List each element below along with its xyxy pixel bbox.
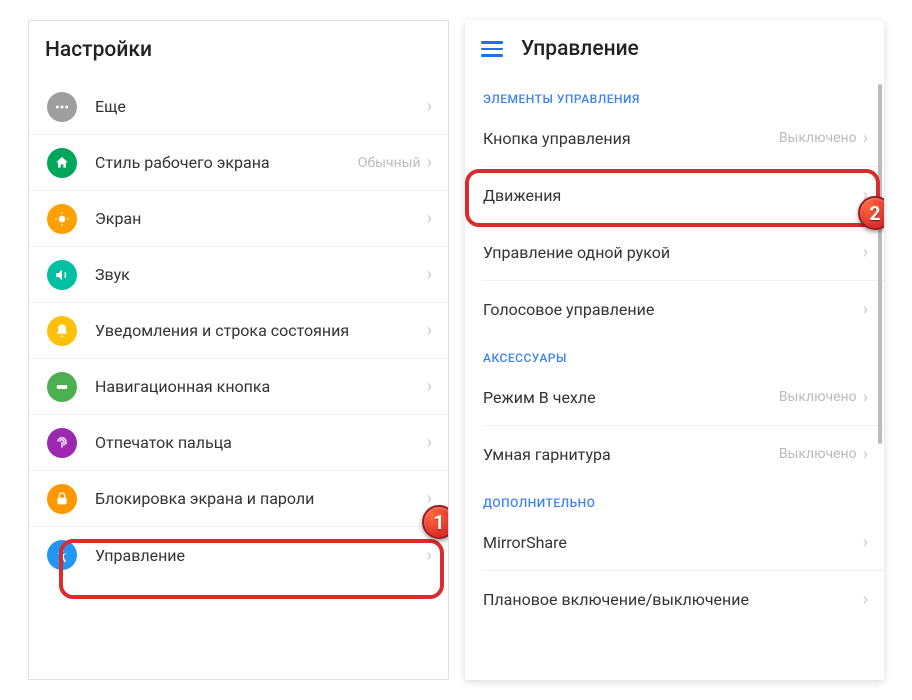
item-label: MirrorShare xyxy=(483,533,863,552)
control-header: Управление xyxy=(465,20,884,78)
chevron-right-icon: › xyxy=(863,242,868,263)
settings-item-navigation[interactable]: Навигационная кнопка › xyxy=(29,359,448,415)
display-icon xyxy=(47,204,77,234)
chevron-right-icon: › xyxy=(863,128,868,149)
control-item-scheduled-power[interactable]: Плановое включение/выключение › xyxy=(465,571,884,627)
control-item-case-mode[interactable]: Режим В чехле Выключено › xyxy=(465,369,884,425)
chevron-right-icon: › xyxy=(427,96,432,117)
item-label: Кнопка управления xyxy=(483,129,779,148)
control-item-mirrorshare[interactable]: MirrorShare › xyxy=(465,514,884,570)
hamburger-icon[interactable] xyxy=(481,38,503,60)
chevron-right-icon: › xyxy=(427,264,432,285)
settings-item-fingerprint[interactable]: Отпечаток пальца › xyxy=(29,415,448,471)
item-label: Движения xyxy=(483,186,863,205)
item-value: Выключено xyxy=(779,130,857,146)
settings-panel: Настройки Еще › Стиль рабочего экрана Об… xyxy=(28,20,449,680)
control-item-voice[interactable]: Голосовое управление › xyxy=(465,281,884,337)
item-label: Умная гарнитура xyxy=(483,445,779,464)
annotation-badge-1: 1 xyxy=(422,505,449,539)
scrollbar[interactable] xyxy=(878,84,882,444)
chevron-right-icon: › xyxy=(863,532,868,553)
item-label: Еще xyxy=(95,97,427,116)
item-value: Выключено xyxy=(779,446,857,462)
section-header-accessories: АКСЕССУАРЫ xyxy=(465,337,884,369)
item-label: Экран xyxy=(95,209,427,228)
chevron-right-icon: › xyxy=(427,545,432,566)
settings-title: Настройки xyxy=(45,38,152,62)
settings-item-sound[interactable]: Звук › xyxy=(29,247,448,303)
item-label: Звук xyxy=(95,265,427,284)
home-icon xyxy=(47,148,77,178)
item-label: Стиль рабочего экрана xyxy=(95,153,358,172)
control-title: Управление xyxy=(521,37,639,61)
item-label: Отпечаток пальца xyxy=(95,433,427,452)
chevron-right-icon: › xyxy=(427,152,432,173)
chevron-right-icon: › xyxy=(863,299,868,320)
item-value: Обычный xyxy=(358,155,421,171)
chevron-right-icon: › xyxy=(863,387,868,408)
item-label: Навигационная кнопка xyxy=(95,377,427,396)
settings-item-more[interactable]: Еще › xyxy=(29,79,448,135)
section-header-elements: ЭЛЕМЕНТЫ УПРАВЛЕНИЯ xyxy=(465,78,884,110)
chevron-right-icon: › xyxy=(427,376,432,397)
item-label: Управление одной рукой xyxy=(483,243,863,262)
navigation-icon xyxy=(47,372,77,402)
settings-list: Еще › Стиль рабочего экрана Обычный › Эк… xyxy=(29,79,448,583)
more-icon xyxy=(47,92,77,122)
control-item-smart-headset[interactable]: Умная гарнитура Выключено › xyxy=(465,426,884,482)
settings-item-home-style[interactable]: Стиль рабочего экрана Обычный › xyxy=(29,135,448,191)
chevron-right-icon: › xyxy=(427,208,432,229)
item-value: Выключено xyxy=(779,389,857,405)
accessibility-icon xyxy=(47,540,77,570)
control-item-one-hand[interactable]: Управление одной рукой › xyxy=(465,224,884,280)
item-label: Управление xyxy=(95,546,427,565)
control-item-motions[interactable]: Движения › xyxy=(465,167,884,223)
control-panel: Управление ЭЛЕМЕНТЫ УПРАВЛЕНИЯ Кнопка уп… xyxy=(465,20,884,680)
lock-icon xyxy=(47,484,77,514)
annotation-badge-2: 2 xyxy=(858,196,884,230)
settings-item-control[interactable]: Управление › xyxy=(29,527,448,583)
item-label: Режим В чехле xyxy=(483,388,779,407)
item-label: Блокировка экрана и пароли xyxy=(95,489,427,508)
control-item-button[interactable]: Кнопка управления Выключено › xyxy=(465,110,884,166)
settings-header: Настройки xyxy=(29,21,448,79)
chevron-right-icon: › xyxy=(427,432,432,453)
settings-item-notifications[interactable]: Уведомления и строка состояния › xyxy=(29,303,448,359)
chevron-right-icon: › xyxy=(427,320,432,341)
chevron-right-icon: › xyxy=(863,444,868,465)
item-label: Уведомления и строка состояния xyxy=(95,321,427,340)
sound-icon xyxy=(47,260,77,290)
settings-item-display[interactable]: Экран › xyxy=(29,191,448,247)
chevron-right-icon: › xyxy=(863,589,868,610)
section-header-advanced: ДОПОЛНИТЕЛЬНО xyxy=(465,482,884,514)
fingerprint-icon xyxy=(47,428,77,458)
bell-icon xyxy=(47,316,77,346)
settings-item-lock[interactable]: Блокировка экрана и пароли › xyxy=(29,471,448,527)
item-label: Плановое включение/выключение xyxy=(483,590,863,609)
item-label: Голосовое управление xyxy=(483,300,863,319)
